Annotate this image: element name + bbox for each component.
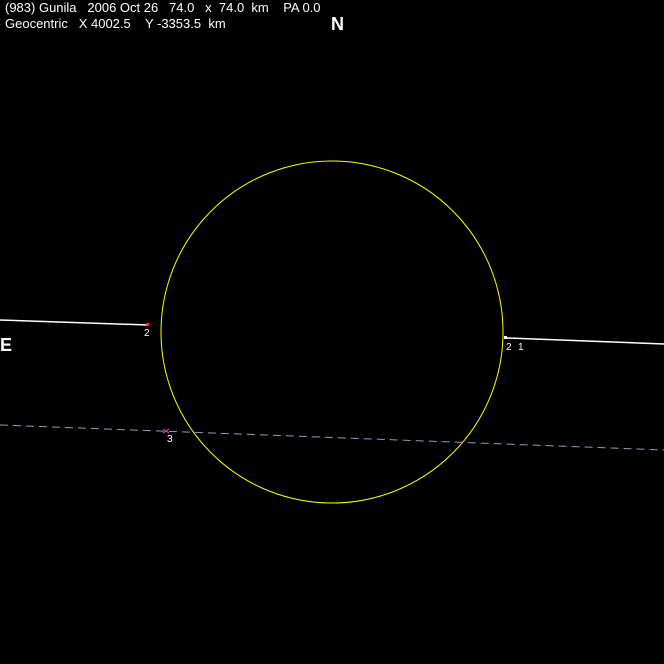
chord-label-right-second: 1 — [518, 342, 524, 353]
occultation-plot: 2 2 1 3 — [0, 0, 664, 664]
plot-background — [0, 0, 664, 664]
plot-title: (983) Gunila 2006 Oct 26 74.0 x 74.0 km … — [5, 0, 321, 15]
disappearance-marker — [146, 323, 149, 326]
reappearance-marker — [504, 336, 507, 339]
east-indicator: E — [0, 335, 13, 355]
chord-label-left: 2 — [144, 328, 150, 339]
chord-label-miss: 3 — [167, 434, 173, 445]
geocentric-coordinates: Geocentric X 4002.5 Y -3353.5 km — [5, 16, 226, 31]
chord-label-right-first: 2 — [506, 342, 512, 353]
north-indicator: N — [331, 14, 344, 34]
